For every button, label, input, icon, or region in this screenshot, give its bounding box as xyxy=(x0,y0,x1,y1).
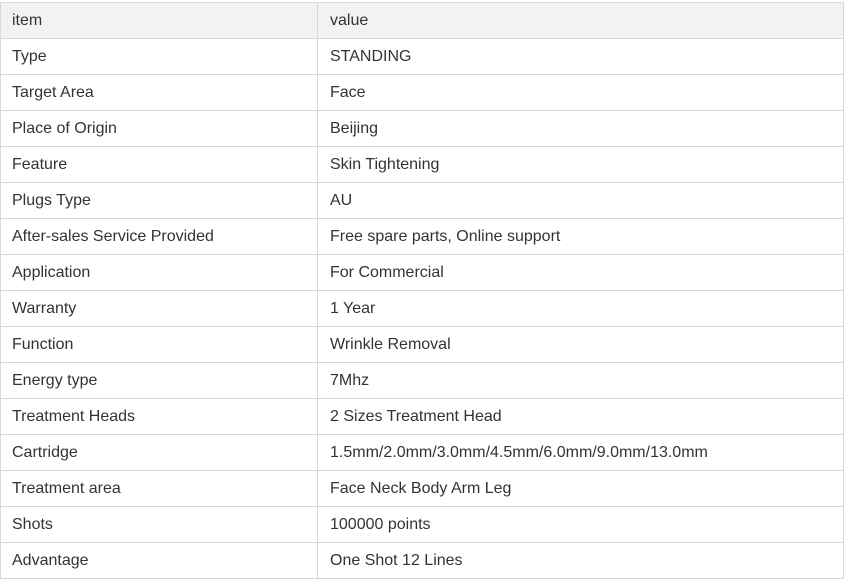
header-item: item xyxy=(0,2,318,39)
value-cell: 1.5mm/2.0mm/3.0mm/4.5mm/6.0mm/9.0mm/13.0… xyxy=(317,434,844,471)
item-cell: Warranty xyxy=(0,290,318,327)
table-row: Treatment Heads 2 Sizes Treatment Head xyxy=(0,398,844,435)
item-cell: Target Area xyxy=(0,74,318,111)
item-cell: Advantage xyxy=(0,542,318,579)
table-row: Type STANDING xyxy=(0,38,844,75)
value-cell: 2 Sizes Treatment Head xyxy=(317,398,844,435)
value-cell: 1 Year xyxy=(317,290,844,327)
table-row: Energy type 7Mhz xyxy=(0,362,844,399)
value-cell: AU xyxy=(317,182,844,219)
table-row: Plugs Type AU xyxy=(0,182,844,219)
item-cell: Type xyxy=(0,38,318,75)
value-cell: One Shot 12 Lines xyxy=(317,542,844,579)
table-row: Treatment area Face Neck Body Arm Leg xyxy=(0,470,844,507)
value-cell: Face Neck Body Arm Leg xyxy=(317,470,844,507)
table-row: Feature Skin Tightening xyxy=(0,146,844,183)
specification-table: item value Type STANDING Target Area Fac… xyxy=(0,2,844,579)
value-cell: Beijing xyxy=(317,110,844,147)
item-cell: Cartridge xyxy=(0,434,318,471)
table-row: Function Wrinkle Removal xyxy=(0,326,844,363)
value-cell: Wrinkle Removal xyxy=(317,326,844,363)
value-cell: For Commercial xyxy=(317,254,844,291)
value-cell: STANDING xyxy=(317,38,844,75)
table-row: Cartridge 1.5mm/2.0mm/3.0mm/4.5mm/6.0mm/… xyxy=(0,434,844,471)
value-cell: Face xyxy=(317,74,844,111)
table-row: Target Area Face xyxy=(0,74,844,111)
item-cell: Feature xyxy=(0,146,318,183)
header-value: value xyxy=(317,2,844,39)
item-cell: Plugs Type xyxy=(0,182,318,219)
item-cell: Application xyxy=(0,254,318,291)
value-cell: 100000 points xyxy=(317,506,844,543)
table-row: Advantage One Shot 12 Lines xyxy=(0,542,844,579)
item-cell: Place of Origin xyxy=(0,110,318,147)
table-row: Shots 100000 points xyxy=(0,506,844,543)
item-cell: Function xyxy=(0,326,318,363)
table-row: Place of Origin Beijing xyxy=(0,110,844,147)
table-header-row: item value xyxy=(0,2,844,39)
table-row: Warranty 1 Year xyxy=(0,290,844,327)
value-cell: 7Mhz xyxy=(317,362,844,399)
table-row: After-sales Service Provided Free spare … xyxy=(0,218,844,255)
value-cell: Free spare parts, Online support xyxy=(317,218,844,255)
item-cell: Energy type xyxy=(0,362,318,399)
item-cell: Treatment area xyxy=(0,470,318,507)
item-cell: Shots xyxy=(0,506,318,543)
table-row: Application For Commercial xyxy=(0,254,844,291)
value-cell: Skin Tightening xyxy=(317,146,844,183)
item-cell: After-sales Service Provided xyxy=(0,218,318,255)
item-cell: Treatment Heads xyxy=(0,398,318,435)
